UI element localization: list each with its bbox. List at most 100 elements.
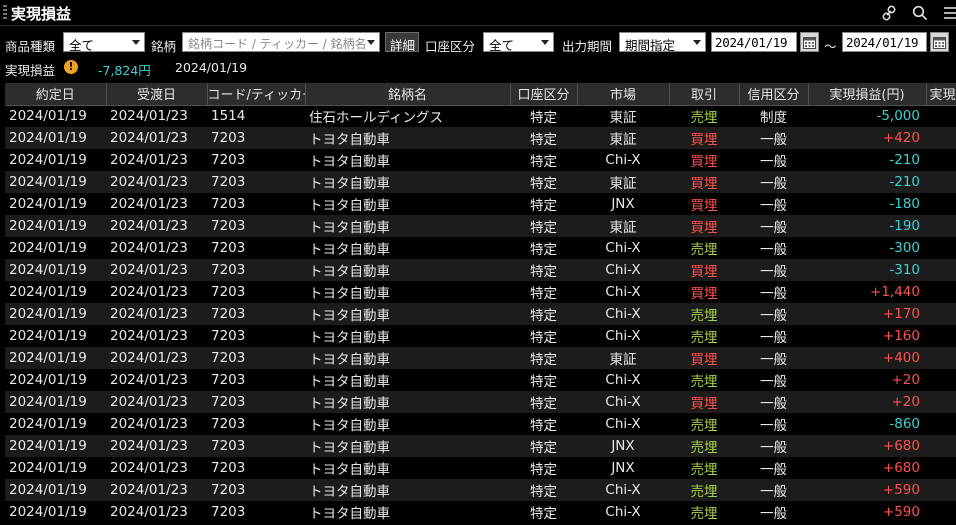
cell-margin-type: 一般 [739, 369, 808, 391]
column-header-trade-type[interactable]: 取引 [669, 83, 740, 106]
cell-symbol-name: トヨタ自動車 [305, 413, 510, 435]
cell-realized-pl: -310 [808, 259, 926, 281]
cell-trade-type: 買埋 [669, 171, 739, 193]
cell-realized-pl: -210 [808, 149, 926, 171]
cell-margin-type: 一般 [739, 127, 808, 149]
cell-trade-date: 2024/01/19 [5, 413, 106, 435]
table-row[interactable]: 2024/01/19 2024/01/23 7203 トヨタ自動車 特定 JNX 売埋 一般 +… [5, 457, 956, 479]
cell-account-type: 特定 [510, 105, 577, 127]
table-header-row: 約定日 受渡日 コード/ティッカー 銘柄名 口座区分 市場 取引 信用区分 実現… [5, 83, 956, 106]
date-to-input[interactable]: 2024/01/19 [842, 32, 927, 52]
cell-filler [926, 237, 956, 259]
calendar-icon[interactable] [930, 32, 949, 52]
cell-margin-type: 制度 [739, 105, 808, 127]
table-row[interactable]: 2024/01/19 2024/01/23 7203 トヨタ自動車 特定 JNX 売埋 一般 +… [5, 435, 956, 457]
table-row[interactable]: 2024/01/19 2024/01/23 7203 トヨタ自動車 特定 Chi-X 売埋一… [5, 325, 956, 347]
table-row[interactable]: 2024/01/19 2024/01/23 7203 トヨタ自動車 特定 Chi-X 買埋一… [5, 259, 956, 281]
cell-market: Chi-X [577, 237, 669, 259]
cell-margin-type: 一般 [739, 259, 808, 281]
date-from-input[interactable]: 2024/01/19 [711, 32, 797, 52]
cell-code: 7203 [207, 127, 305, 149]
cell-settlement-date: 2024/01/23 [106, 457, 207, 479]
cell-filler [926, 215, 956, 237]
cell-account-type: 特定 [510, 215, 577, 237]
detail-button[interactable]: 詳細 [385, 32, 419, 53]
output-period-select[interactable]: 期間指定 [619, 32, 706, 52]
cell-trade-type: 売埋 [669, 413, 739, 435]
table-row[interactable]: 2024/01/19 2024/01/23 7203 トヨタ自動車 特定 Chi-X 売埋一… [5, 369, 956, 391]
cell-account-type: 特定 [510, 127, 577, 149]
cell-margin-type: 一般 [739, 171, 808, 193]
cell-margin-type: 一般 [739, 347, 808, 369]
column-header-settlement-date[interactable]: 受渡日 [106, 83, 208, 106]
cell-market: JNX [577, 435, 669, 457]
cell-settlement-date: 2024/01/23 [106, 237, 207, 259]
cell-symbol-name: トヨタ自動車 [305, 127, 510, 149]
cell-settlement-date: 2024/01/23 [106, 215, 207, 237]
table-row[interactable]: 2024/01/19 2024/01/23 7203 トヨタ自動車 特定 Chi-X 売埋一… [5, 237, 956, 259]
chevron-down-icon [132, 40, 140, 45]
table-row[interactable]: 2024/01/19 2024/01/23 7203 トヨタ自動車 特定 Chi-X 売埋一… [5, 479, 956, 501]
warning-icon[interactable]: ! [64, 60, 78, 74]
account-type-label: 口座区分 [425, 39, 476, 54]
cell-account-type: 特定 [510, 435, 577, 457]
cell-trade-type: 売埋 [669, 105, 739, 127]
date-range-separator: ～ [824, 39, 837, 54]
calendar-icon[interactable] [800, 32, 819, 52]
cell-margin-type: 一般 [739, 391, 808, 413]
column-header-code[interactable]: コード/ティッカー [207, 83, 306, 106]
link-icon[interactable] [880, 4, 898, 22]
cell-symbol-name: トヨタ自動車 [305, 369, 510, 391]
search-icon[interactable] [911, 4, 929, 22]
table-row[interactable]: 2024/01/19 2024/01/23 7203 トヨタ自動車 特定 Chi-X 買埋一… [5, 281, 956, 303]
cell-margin-type: 一般 [739, 413, 808, 435]
cell-settlement-date: 2024/01/23 [106, 347, 207, 369]
cell-realized-pl: +160 [808, 325, 926, 347]
chevron-down-icon [541, 40, 549, 45]
column-header-margin-type[interactable]: 信用区分 [739, 83, 809, 106]
column-header-market[interactable]: 市場 [577, 83, 670, 106]
cell-symbol-name: 住石ホールディングス [305, 105, 510, 127]
cell-market: Chi-X [577, 413, 669, 435]
table-row[interactable]: 2024/01/19 2024/01/23 7203 トヨタ自動車 特定 東証 買埋 一般 -1… [5, 215, 956, 237]
cell-realized-pl: +20 [808, 369, 926, 391]
table-row[interactable]: 2024/01/19 2024/01/23 7203 トヨタ自動車 特定 Chi-X 売埋一… [5, 501, 956, 523]
cell-market: Chi-X [577, 369, 669, 391]
column-header-realized-pl-extra[interactable]: 実現損 [926, 83, 956, 106]
cell-filler [926, 457, 956, 479]
table-row[interactable]: 2024/01/19 2024/01/23 7203 トヨタ自動車 特定 東証 買埋 一般 -2… [5, 171, 956, 193]
cell-account-type: 特定 [510, 193, 577, 215]
cell-realized-pl: -180 [808, 193, 926, 215]
table-row[interactable]: 2024/01/19 2024/01/23 7203 トヨタ自動車 特定 Chi-X 売埋一… [5, 303, 956, 325]
column-header-symbol-name[interactable]: 銘柄名 [305, 83, 511, 106]
symbol-input[interactable]: 銘柄コード / ティッカー / 銘柄名 [182, 32, 380, 52]
cell-code: 7203 [207, 237, 305, 259]
cell-account-type: 特定 [510, 281, 577, 303]
menu-icon[interactable] [941, 4, 956, 22]
cell-trade-date: 2024/01/19 [5, 479, 106, 501]
table-row[interactable]: 2024/01/19 2024/01/23 7203 トヨタ自動車 特定 Chi-X 買埋一… [5, 391, 956, 413]
product-type-select[interactable]: 全て [63, 32, 145, 52]
cell-trade-type: 買埋 [669, 127, 739, 149]
table-row[interactable]: 2024/01/19 2024/01/23 7203 トヨタ自動車 特定 東証 買埋 一般 +4… [5, 127, 956, 149]
table-row[interactable]: 2024/01/19 2024/01/23 7203 トヨタ自動車 特定 東証 買埋 一般 +4… [5, 347, 956, 369]
cell-code: 7203 [207, 457, 305, 479]
cell-symbol-name: トヨタ自動車 [305, 193, 510, 215]
cell-symbol-name: トヨタ自動車 [305, 347, 510, 369]
cell-realized-pl: +20 [808, 391, 926, 413]
cell-symbol-name: トヨタ自動車 [305, 171, 510, 193]
table-row[interactable]: 2024/01/19 2024/01/23 1514 住石ホールディングス 特定 東証 売埋… [5, 105, 956, 127]
drag-grip-icon[interactable] [3, 5, 7, 21]
cell-account-type: 特定 [510, 347, 577, 369]
cell-trade-type: 売埋 [669, 325, 739, 347]
cell-trade-type: 売埋 [669, 501, 739, 523]
column-header-realized-pl[interactable]: 実現損益(円) [808, 83, 927, 106]
account-type-select[interactable]: 全て [483, 32, 554, 52]
table-row[interactable]: 2024/01/19 2024/01/23 7203 トヨタ自動車 特定 Chi-X 売埋一… [5, 413, 956, 435]
realized-pl-table: 約定日 受渡日 コード/ティッカー 銘柄名 口座区分 市場 取引 信用区分 実現… [5, 83, 956, 525]
table-row[interactable]: 2024/01/19 2024/01/23 7203 トヨタ自動車 特定 Chi-X 買埋一… [5, 149, 956, 171]
column-header-account-type[interactable]: 口座区分 [510, 83, 578, 106]
cell-code: 7203 [207, 435, 305, 457]
table-row[interactable]: 2024/01/19 2024/01/23 7203 トヨタ自動車 特定 JNX 買埋 一般 -… [5, 193, 956, 215]
column-header-trade-date[interactable]: 約定日 [5, 83, 107, 106]
